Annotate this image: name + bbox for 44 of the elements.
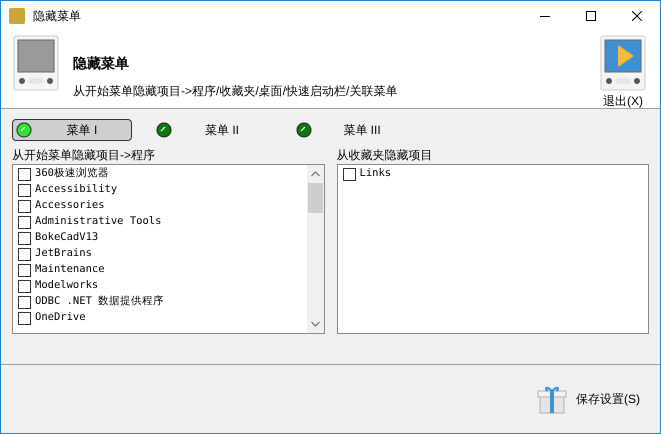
scroll-thumb[interactable]	[308, 183, 322, 213]
list-label: 从开始菜单隐藏项目->程序	[12, 147, 156, 164]
indicator-light-icon	[16, 122, 32, 138]
window-title: 隐藏菜单	[33, 8, 81, 25]
indicator-light-icon	[156, 122, 172, 138]
checkbox[interactable]	[18, 280, 31, 292]
checkbox[interactable]	[18, 184, 31, 196]
list-item[interactable]: Accessibility	[18, 182, 306, 198]
indicator-light-icon	[296, 122, 312, 138]
menu-tab[interactable]: 菜单 II	[152, 119, 272, 141]
checkbox[interactable]	[18, 312, 31, 324]
app-icon	[9, 8, 25, 24]
list-item[interactable]: Links	[342, 166, 648, 182]
list-item[interactable]: OneDrive	[18, 310, 306, 326]
maximize-icon	[586, 11, 596, 21]
list-item[interactable]: JetBrains	[18, 246, 306, 262]
scroll-up-icon[interactable]	[310, 171, 320, 177]
checkbox[interactable]	[18, 264, 31, 276]
monitor-icon	[13, 35, 59, 91]
menu-tab[interactable]: 菜单 I	[12, 119, 132, 141]
checkbox[interactable]	[18, 248, 31, 260]
checkbox[interactable]	[18, 168, 31, 180]
list-label: 从收藏夹隐藏项目	[336, 147, 434, 164]
save-settings-button[interactable]: 保存设置(S)	[536, 383, 640, 415]
header-subtitle: 从开始菜单隐藏项目->程序/收藏夹/桌面/快速启动栏/关联菜单	[73, 83, 398, 100]
list-item[interactable]: BokeCadV13	[18, 230, 306, 246]
list-item[interactable]: Modelworks	[18, 278, 306, 294]
exit-button[interactable]: 退出(X)	[600, 35, 646, 110]
checkbox[interactable]	[342, 168, 356, 180]
checkbox[interactable]	[18, 296, 31, 308]
list-item[interactable]: Maintenance	[18, 262, 306, 278]
list-item[interactable]: ODBC .NET 数据提供程序	[18, 294, 306, 310]
scroll-down-icon[interactable]	[310, 321, 320, 327]
checkbox[interactable]	[18, 232, 31, 244]
menu-tab[interactable]: 菜单 III	[292, 119, 412, 141]
list-item[interactable]: Accessories	[18, 198, 306, 214]
list-item[interactable]: 360极速浏览器	[18, 166, 306, 182]
checkbox[interactable]	[18, 200, 31, 212]
checkbox[interactable]	[18, 216, 31, 228]
scrollbar[interactable]	[306, 165, 324, 333]
close-icon	[632, 11, 642, 21]
exit-icon[interactable]	[600, 35, 646, 91]
header-title: 隐藏菜单	[73, 54, 130, 73]
list-item[interactable]: Administrative Tools	[18, 214, 306, 230]
